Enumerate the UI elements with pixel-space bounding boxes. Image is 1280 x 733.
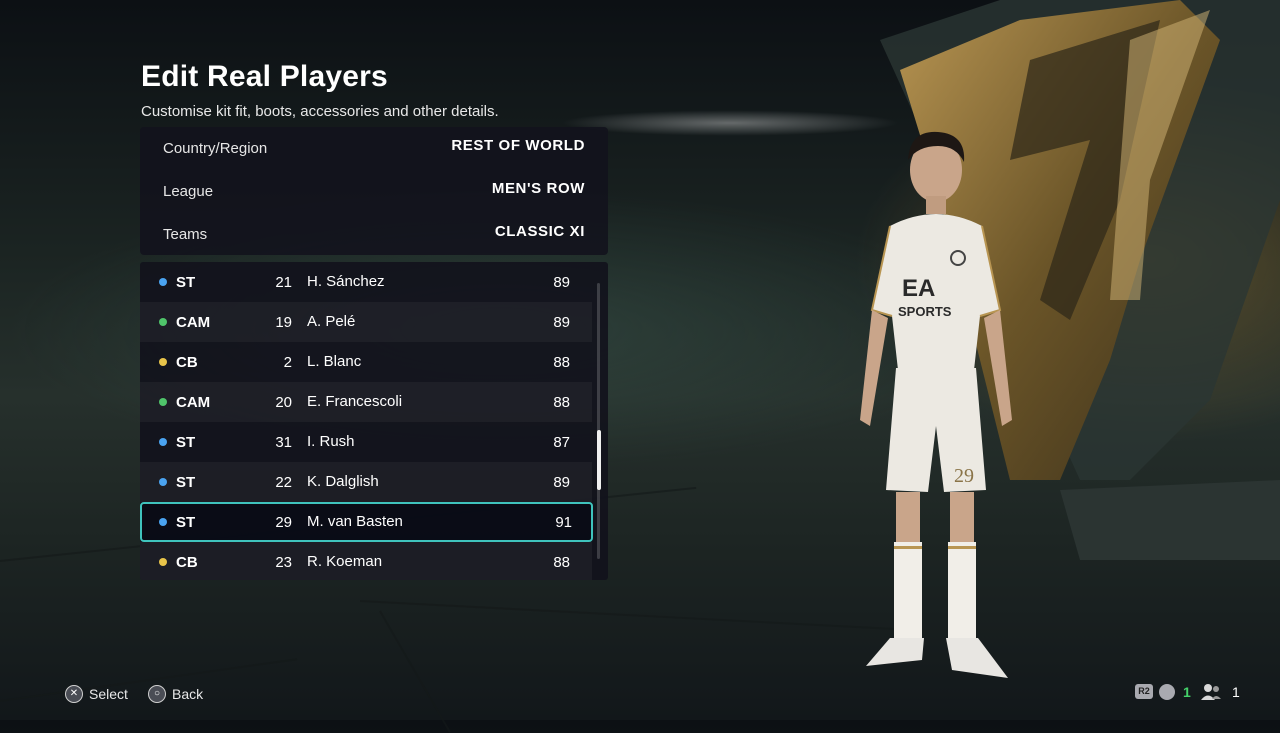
- position-dot: [159, 318, 167, 326]
- player-name: R. Koeman: [307, 553, 383, 570]
- kit-brand-top: EA: [902, 275, 935, 302]
- player-position: ST: [176, 274, 196, 291]
- player-position: CAM: [176, 394, 211, 411]
- select-label: Select: [89, 686, 128, 702]
- player-row[interactable]: CAM 19 A. Pelé 89: [140, 302, 592, 342]
- r2-button-icon: R2: [1135, 684, 1153, 699]
- page-subtitle: Customise kit fit, boots, accessories an…: [141, 103, 499, 120]
- player-name: E. Francescoli: [307, 393, 403, 410]
- player-position: CB: [176, 554, 198, 571]
- filter-country-region[interactable]: Country/Region REST OF WORLD: [140, 127, 608, 169]
- player-list: ST 21 H. Sánchez 89 CAM 19 A. Pelé 89 CB…: [140, 262, 608, 580]
- player-number: 19: [275, 314, 292, 331]
- circle-button-icon: ○: [148, 685, 166, 703]
- back-label: Back: [172, 686, 204, 702]
- filter-league[interactable]: League MEN'S ROW: [140, 170, 608, 212]
- position-dot: [159, 278, 167, 286]
- player-position: ST: [176, 514, 196, 531]
- position-dot: [159, 558, 167, 566]
- player-row[interactable]: ST 21 H. Sánchez 89: [140, 262, 592, 302]
- player-number: 29: [275, 514, 292, 531]
- cross-button-icon: ✕: [65, 685, 83, 703]
- notification-count: 1: [1183, 684, 1191, 700]
- player-rating: 91: [555, 514, 572, 531]
- player-position: CAM: [176, 314, 211, 331]
- player-name: M. van Basten: [307, 513, 403, 530]
- player-model: EA SPORTS 29: [860, 131, 1012, 678]
- filter-panel: Country/Region REST OF WORLD League MEN'…: [140, 127, 608, 255]
- shorts-number: 29: [954, 465, 974, 487]
- player-name: K. Dalglish: [307, 473, 379, 490]
- player-position: CB: [176, 354, 198, 371]
- notification-icon: [1159, 684, 1175, 700]
- floor-line: [379, 610, 451, 733]
- list-scrollbar-track[interactable]: [597, 283, 600, 559]
- filter-label: Teams: [163, 226, 208, 243]
- player-rating: 88: [553, 554, 570, 571]
- page-title: Edit Real Players: [141, 60, 388, 93]
- floor-line: [359, 600, 920, 632]
- player-rating: 88: [553, 354, 570, 371]
- player-name: A. Pelé: [307, 313, 356, 330]
- filter-label: League: [163, 183, 214, 200]
- player-number: 20: [275, 394, 292, 411]
- party-users-icon: [1201, 684, 1221, 700]
- player-number: 23: [275, 554, 292, 571]
- filter-value: REST OF WORLD: [451, 137, 585, 154]
- position-dot: [159, 518, 167, 526]
- position-dot: [159, 438, 167, 446]
- player-rating: 89: [553, 274, 570, 291]
- player-name: L. Blanc: [307, 353, 362, 370]
- position-dot: [159, 398, 167, 406]
- player-number: 31: [275, 434, 292, 451]
- player-rating: 89: [553, 474, 570, 491]
- filter-teams[interactable]: Teams CLASSIC XI: [140, 213, 608, 255]
- player-number: 22: [275, 474, 292, 491]
- player-rating: 88: [553, 394, 570, 411]
- filter-label: Country/Region: [163, 140, 268, 157]
- player-row[interactable]: ST 22 K. Dalglish 89: [140, 462, 592, 502]
- kit-brand-bottom: SPORTS: [898, 304, 952, 319]
- position-dot: [159, 478, 167, 486]
- player-position: ST: [176, 474, 196, 491]
- player-row-selected[interactable]: ST 29 M. van Basten 91: [140, 502, 593, 542]
- party-count: 1: [1232, 684, 1240, 700]
- player-row[interactable]: CB 23 R. Koeman 88: [140, 542, 592, 580]
- list-scrollbar-thumb[interactable]: [597, 430, 601, 490]
- player-number: 21: [275, 274, 292, 291]
- player-position: ST: [176, 434, 196, 451]
- player-row[interactable]: CAM 20 E. Francescoli 88: [140, 382, 592, 422]
- filter-value: CLASSIC XI: [494, 223, 585, 240]
- player-name: I. Rush: [307, 433, 355, 450]
- filter-value: MEN'S ROW: [491, 180, 585, 197]
- player-row[interactable]: ST 31 I. Rush 87: [140, 422, 592, 462]
- player-rating: 89: [553, 314, 570, 331]
- player-number: 2: [283, 354, 292, 371]
- player-row[interactable]: CB 2 L. Blanc 88: [140, 342, 592, 382]
- player-rating: 87: [553, 434, 570, 451]
- player-name: H. Sánchez: [307, 273, 385, 290]
- position-dot: [159, 358, 167, 366]
